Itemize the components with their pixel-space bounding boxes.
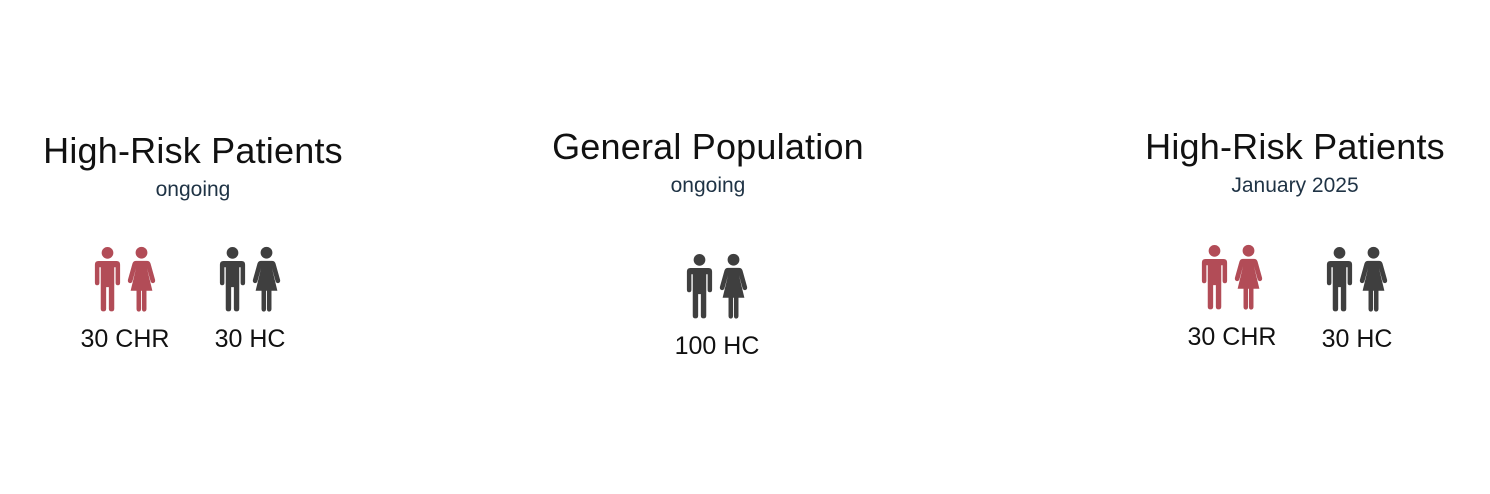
panel-title: High-Risk Patients	[1145, 126, 1445, 167]
male-icon	[1326, 243, 1353, 315]
panel-title: High-Risk Patients	[43, 130, 343, 171]
panel-general-population: General Population ongoing	[533, 126, 883, 198]
group-label: 30 HC	[1321, 325, 1393, 353]
female-icon	[252, 243, 281, 315]
panel-subtitle: ongoing	[155, 178, 231, 201]
male-female-icon	[70, 243, 180, 315]
male-icon	[686, 250, 713, 322]
female-icon	[719, 250, 748, 322]
panel-subtitle: January 2025	[1231, 174, 1359, 197]
male-icon	[219, 243, 246, 315]
panel-high-risk-1: High-Risk Patients ongoing	[18, 130, 368, 202]
male-female-icon	[195, 243, 305, 315]
male-female-icon	[1302, 243, 1412, 315]
group-chr: 30 CHR	[70, 243, 180, 354]
group-hc: 30 HC	[195, 243, 305, 354]
male-icon	[1201, 241, 1228, 313]
panel-high-risk-2: High-Risk Patients January 2025	[1120, 126, 1470, 198]
female-icon	[127, 243, 156, 315]
female-icon	[1359, 243, 1388, 315]
group-label: 30 CHR	[80, 325, 170, 353]
male-female-icon	[662, 250, 772, 322]
panel-title: General Population	[552, 126, 864, 167]
group-label: 100 HC	[674, 332, 760, 360]
female-icon	[1234, 241, 1263, 313]
group-label: 30 CHR	[1187, 323, 1277, 351]
male-icon	[94, 243, 121, 315]
panel-subtitle: ongoing	[670, 174, 746, 197]
group-chr: 30 CHR	[1177, 241, 1287, 352]
group-label: 30 HC	[214, 325, 286, 353]
group-hc: 100 HC	[662, 250, 772, 361]
group-hc: 30 HC	[1302, 243, 1412, 354]
male-female-icon	[1177, 241, 1287, 313]
